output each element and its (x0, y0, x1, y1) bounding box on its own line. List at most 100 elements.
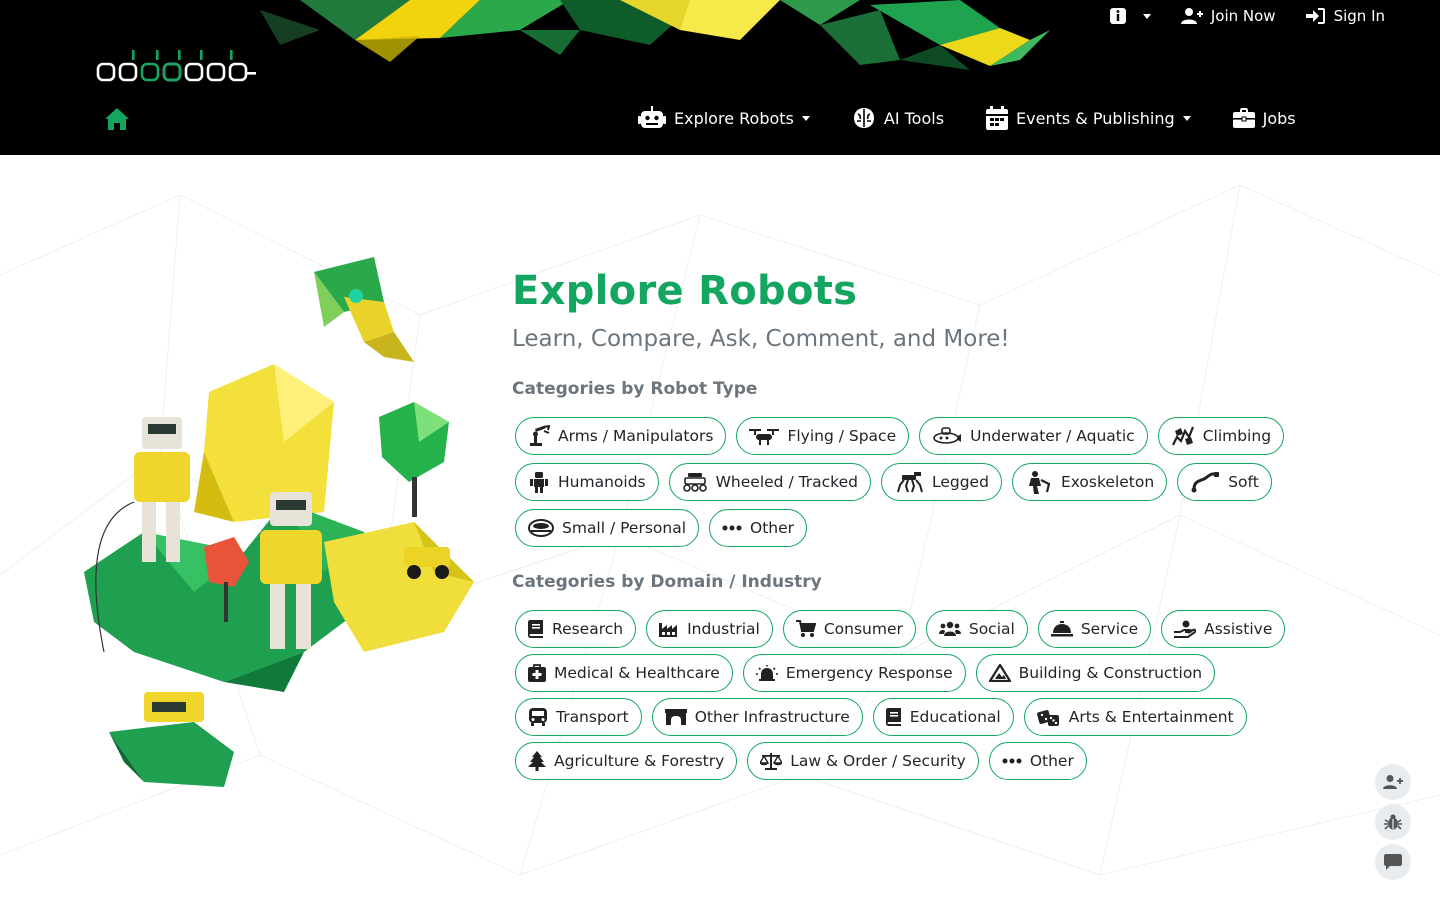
book-icon (885, 708, 902, 726)
type-chip[interactable]: Underwater / Aquatic (919, 417, 1148, 455)
nav-jobs[interactable]: Jobs (1232, 108, 1296, 128)
sign-in-icon (1305, 8, 1325, 24)
header-polygon-art (260, 0, 1050, 70)
domain-chip[interactable]: Service (1037, 610, 1152, 648)
site-header: Join Now Sign In Explore Robots AI Tools… (0, 0, 1440, 155)
domain-chip[interactable]: Industrial (646, 610, 773, 648)
type-categories-heading: Categories by Robot Type (512, 379, 758, 399)
report-bug-button[interactable] (1375, 804, 1411, 840)
factory-icon (659, 621, 679, 637)
calendar-icon (986, 106, 1009, 130)
domain-chip-label: Assistive (1204, 620, 1273, 638)
bus-icon (528, 707, 548, 727)
tree-icon (528, 751, 546, 771)
type-chip[interactable]: Flying / Space (736, 417, 910, 455)
type-chip-label: Arms / Manipulators (558, 427, 714, 445)
domain-chip[interactable]: Medical & Healthcare (515, 654, 733, 692)
domain-chip-label: Service (1080, 620, 1139, 638)
domain-chip-label: Industrial (687, 620, 760, 638)
main-navigation: Explore Robots AI Tools Events & Publish… (638, 100, 1338, 136)
helping-hand-icon (1174, 620, 1197, 638)
type-chip[interactable]: Other (709, 509, 808, 547)
explore-content: Explore Robots Learn, Compare, Ask, Comm… (512, 268, 1372, 786)
robot-arm-icon (528, 425, 550, 447)
domain-categories-heading: Categories by Domain / Industry (512, 572, 822, 592)
type-chip-label: Legged (931, 473, 989, 491)
type-chip[interactable]: Wheeled / Tracked (668, 463, 871, 501)
page-subtitle: Learn, Compare, Ask, Comment, and More! (512, 326, 1010, 352)
info-icon (1109, 8, 1126, 24)
domain-chip[interactable]: Building & Construction (975, 654, 1216, 692)
domain-chip-label: Building & Construction (1018, 664, 1203, 682)
type-chip-label: Other (750, 519, 795, 537)
domain-chip-label: Medical & Healthcare (554, 664, 720, 682)
join-now-link[interactable]: Join Now (1166, 7, 1291, 25)
nav-ai-tools[interactable]: AI Tools (852, 106, 944, 130)
bug-icon (1384, 814, 1402, 830)
domain-chip[interactable]: Other (988, 742, 1087, 780)
type-chip[interactable]: Exoskeleton (1011, 463, 1168, 501)
nav-jobs-label: Jobs (1262, 108, 1296, 128)
sign-in-link[interactable]: Sign In (1291, 7, 1400, 25)
add-user-icon (1180, 8, 1203, 24)
type-chip-label: Humanoids (558, 473, 646, 491)
chevron-down-icon (801, 115, 810, 121)
type-chip[interactable]: Small / Personal (515, 509, 700, 547)
dice-icon (1036, 707, 1061, 727)
humanoid-icon (528, 471, 550, 493)
info-dropdown[interactable] (1094, 7, 1166, 25)
type-chip-label: Wheeled / Tracked (715, 473, 858, 491)
top-utility-bar: Join Now Sign In (1078, 0, 1415, 32)
soft-robot-icon (1190, 471, 1220, 493)
type-chip[interactable]: Legged (880, 463, 1002, 501)
domain-chip[interactable]: Social (925, 610, 1028, 648)
rover-icon (682, 471, 708, 493)
nav-events-label: Events & Publishing (1016, 108, 1175, 128)
domain-chip[interactable]: Assistive (1161, 610, 1286, 648)
submarine-icon (932, 426, 962, 446)
type-chip-label: Small / Personal (562, 519, 687, 537)
type-chip-label: Exoskeleton (1060, 473, 1155, 491)
medical-kit-icon (528, 664, 546, 682)
briefcase-icon (1232, 108, 1255, 128)
hero-robots-illustration (84, 257, 474, 787)
ellipsis-icon (722, 525, 742, 531)
domain-chip-label: Emergency Response (785, 664, 953, 682)
domain-chip[interactable]: Transport (515, 698, 642, 736)
book-icon (528, 620, 544, 638)
domain-chip[interactable]: Consumer (782, 610, 916, 648)
archway-icon (664, 709, 687, 725)
exoskeleton-icon (1025, 470, 1053, 494)
type-chip[interactable]: Humanoids (515, 463, 659, 501)
domain-chip-label: Arts & Entertainment (1068, 708, 1234, 726)
hazard-triangle-icon (988, 664, 1011, 682)
nav-events-publishing[interactable]: Events & Publishing (986, 106, 1191, 130)
ellipsis-icon (1002, 758, 1022, 764)
domain-chip[interactable]: Research (515, 610, 637, 648)
brain-icon (853, 108, 874, 128)
site-logo[interactable] (96, 48, 260, 84)
domain-chip[interactable]: Educational (872, 698, 1014, 736)
type-chip[interactable]: Soft (1177, 463, 1272, 501)
scale-icon (760, 752, 783, 770)
type-chip[interactable]: Climbing (1157, 417, 1285, 455)
feedback-chat-button[interactable] (1375, 844, 1411, 880)
domain-chip[interactable]: Other Infrastructure (651, 698, 863, 736)
home-icon[interactable] (104, 106, 130, 132)
type-chip[interactable]: Arms / Manipulators (515, 417, 727, 455)
domain-chip-label: Consumer (823, 620, 903, 638)
join-now-label: Join Now (1210, 7, 1276, 25)
cart-icon (795, 620, 816, 638)
domain-chip[interactable]: Law & Order / Security (747, 742, 979, 780)
type-categories-list: Arms / Manipulators Flying / Space Underwa… (515, 417, 1335, 555)
users-icon (938, 621, 961, 637)
domain-chip-label: Agriculture & Forestry (554, 752, 725, 770)
domain-chip[interactable]: Agriculture & Forestry (515, 742, 738, 780)
climbing-icon (1171, 425, 1195, 447)
nav-explore-robots[interactable]: Explore Robots (638, 106, 810, 130)
domain-chip[interactable]: Arts & Entertainment (1023, 698, 1247, 736)
invite-user-button[interactable] (1375, 764, 1411, 800)
add-user-icon (1383, 775, 1403, 789)
page-title: Explore Robots (512, 268, 858, 314)
domain-chip[interactable]: Emergency Response (742, 654, 966, 692)
